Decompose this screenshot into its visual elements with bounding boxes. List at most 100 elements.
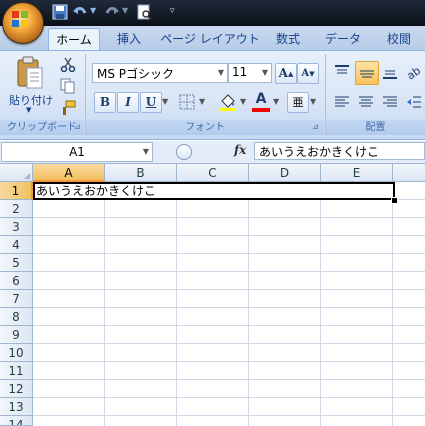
gridline (33, 217, 425, 218)
gridline (33, 307, 425, 308)
cell-a1[interactable]: あいうえおかきくけこ (33, 182, 395, 200)
tab-page-layout[interactable]: ページ レイアウト (160, 28, 260, 50)
row-header[interactable]: 12 (0, 380, 33, 398)
undo-icon[interactable] (72, 4, 88, 20)
row-header[interactable]: 13 (0, 398, 33, 416)
gridline (320, 182, 321, 426)
gridline (33, 343, 425, 344)
row-header[interactable]: 14 (0, 416, 33, 426)
tab-home[interactable]: ホーム (48, 28, 100, 51)
gridline (33, 379, 425, 380)
borders-dropdown-icon[interactable]: ▼ (199, 97, 205, 106)
gridline (176, 182, 177, 426)
align-top-icon[interactable] (333, 63, 351, 81)
font-size-combobox[interactable]: 11 ▼ (228, 63, 272, 83)
customize-toolbar-icon[interactable]: ▿ (170, 6, 175, 16)
gridline (33, 397, 425, 398)
column-header-e[interactable]: E (321, 164, 393, 182)
redo-dropdown-icon[interactable]: ▼ (122, 6, 128, 15)
column-header-a[interactable]: A (33, 164, 105, 182)
font-color-dropdown-icon[interactable]: ▼ (273, 97, 279, 106)
alignment-group-label: 配置 (326, 120, 425, 135)
row-header[interactable]: 8 (0, 308, 33, 326)
phonetic-dropdown-icon[interactable]: ▼ (310, 97, 316, 106)
select-all-corner[interactable]: ◢ (0, 164, 33, 182)
row-header[interactable]: 2 (0, 200, 33, 218)
cut-icon[interactable] (60, 56, 76, 72)
underline-dropdown-icon[interactable]: ▼ (162, 97, 168, 106)
fill-color-dropdown-icon[interactable]: ▼ (240, 97, 246, 106)
column-header-f[interactable] (393, 164, 425, 182)
row-header[interactable]: 3 (0, 218, 33, 236)
column-header-b[interactable]: B (105, 164, 177, 182)
row-header[interactable]: 4 (0, 236, 33, 254)
copy-icon[interactable] (60, 78, 76, 94)
fill-handle[interactable] (391, 197, 398, 204)
bold-button[interactable]: B (94, 92, 116, 113)
undo-dropdown-icon[interactable]: ▼ (90, 6, 96, 15)
select-all-triangle-icon: ◢ (23, 171, 30, 180)
gridline (33, 289, 425, 290)
gridline (33, 415, 425, 416)
tab-review[interactable]: 校閲 (378, 28, 420, 50)
paste-button[interactable]: 貼り付け ▼ (4, 54, 54, 120)
row-header[interactable]: 1 (0, 182, 33, 200)
align-bottom-icon[interactable] (381, 63, 399, 81)
font-size-dropdown-icon[interactable]: ▼ (262, 68, 268, 77)
gridline (248, 182, 249, 426)
gridline (33, 325, 425, 326)
row-header[interactable]: 6 (0, 272, 33, 290)
name-box-dropdown-icon[interactable]: ▼ (143, 143, 149, 161)
print-preview-icon[interactable] (136, 4, 152, 20)
format-painter-icon[interactable] (60, 100, 76, 116)
column-header-d[interactable]: D (249, 164, 321, 182)
align-center-icon[interactable] (357, 93, 375, 111)
column-header-c[interactable]: C (177, 164, 249, 182)
font-name-combobox[interactable]: MS Pゴシック ▼ (92, 63, 228, 83)
grow-font-button[interactable]: A▲ (275, 63, 297, 84)
svg-text:ab: ab (405, 64, 423, 81)
row-header[interactable]: 10 (0, 344, 33, 362)
align-left-icon[interactable] (333, 93, 351, 111)
underline-button[interactable]: U (140, 92, 162, 113)
row-header[interactable]: 9 (0, 326, 33, 344)
gridline (104, 182, 105, 426)
decrease-indent-icon[interactable] (405, 93, 423, 111)
redo-icon[interactable] (104, 4, 120, 20)
name-box-value: A1 (69, 145, 85, 159)
phonetic-guide-button[interactable]: 亜 (287, 92, 309, 113)
name-box[interactable]: A1 ▼ (1, 142, 153, 162)
shrink-font-button[interactable]: A▼ (297, 63, 319, 84)
formula-input[interactable]: あいうえおかきくけこ (254, 142, 425, 160)
clipboard-launcher-icon[interactable]: ⊿ (74, 122, 81, 131)
font-launcher-icon[interactable]: ⊿ (312, 122, 319, 131)
row-header[interactable]: 5 (0, 254, 33, 272)
office-logo-icon (12, 11, 28, 27)
tab-data[interactable]: データ (318, 28, 368, 50)
worksheet-grid[interactable] (0, 164, 425, 426)
grow-arrow-icon: ▲ (287, 69, 294, 78)
font-name-dropdown-icon[interactable]: ▼ (218, 68, 224, 77)
tab-insert[interactable]: 挿入 (108, 28, 150, 50)
fill-color-icon[interactable] (218, 92, 238, 112)
align-middle-button[interactable] (355, 61, 379, 85)
borders-icon[interactable] (178, 93, 196, 111)
italic-button[interactable]: I (117, 92, 139, 113)
font-color-button[interactable]: A (250, 90, 272, 114)
row-header[interactable]: 7 (0, 290, 33, 308)
font-name-value: MS Pゴシック (97, 67, 175, 81)
formula-expand-icon[interactable] (176, 144, 192, 160)
font-group-label: フォント (86, 120, 324, 135)
insert-function-icon[interactable]: fx (234, 143, 246, 157)
gridline (33, 235, 425, 236)
align-middle-icon (360, 70, 374, 78)
gridline (33, 253, 425, 254)
clipboard-group-label: クリップボード (0, 120, 84, 135)
save-icon[interactable] (52, 4, 68, 20)
gridline (33, 271, 425, 272)
orientation-icon[interactable]: ab (405, 63, 423, 81)
tab-formulas[interactable]: 数式 (268, 28, 308, 50)
gridline (392, 182, 393, 426)
align-right-icon[interactable] (381, 93, 399, 111)
row-header[interactable]: 11 (0, 362, 33, 380)
